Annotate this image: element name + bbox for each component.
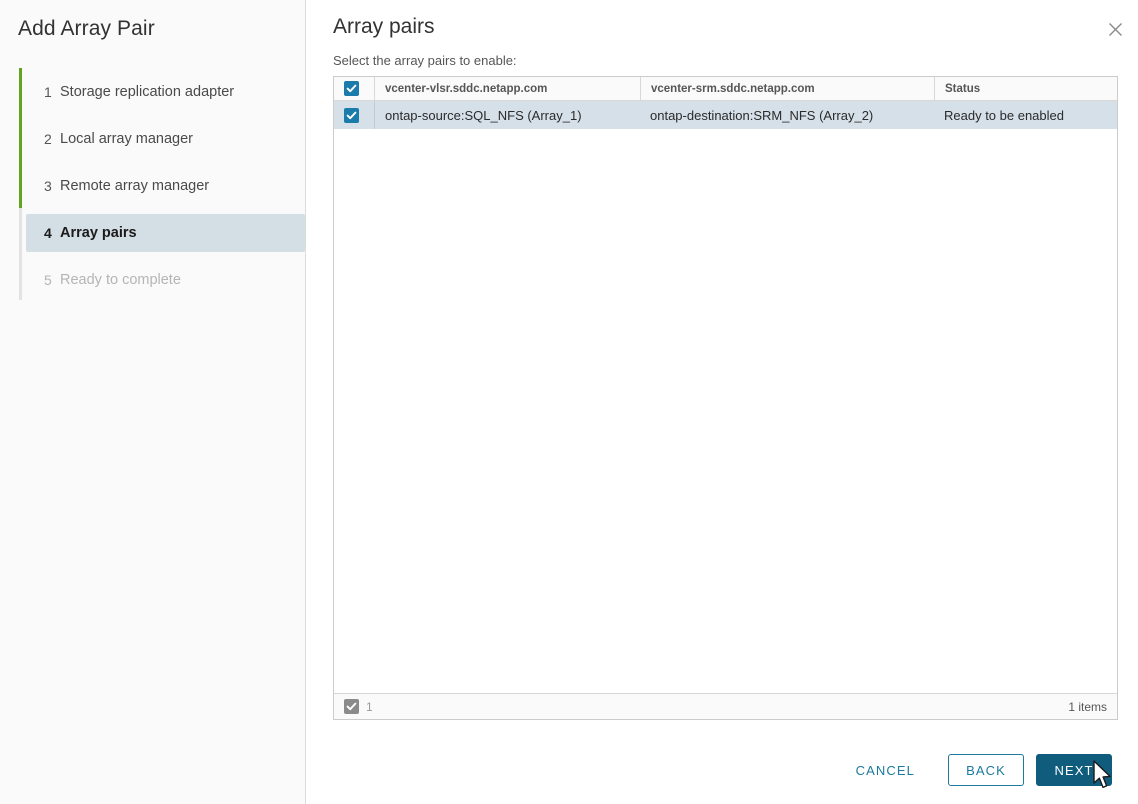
cell-remote-array: ontap-destination:SRM_NFS (Array_2) (650, 107, 874, 123)
column-header-local-vcenter[interactable]: vcenter-vlsr.sddc.netapp.com (374, 76, 640, 101)
wizard-sidebar: Add Array Pair 1 Storage replication ada… (0, 0, 306, 804)
row-select-cell (334, 101, 374, 129)
sidebar-step-array-pairs[interactable]: 4 Array pairs (0, 209, 306, 256)
table-header-row: vcenter-vlsr.sddc.netapp.com vcenter-srm… (334, 76, 1117, 101)
check-icon (346, 83, 357, 94)
step-label: Array pairs (60, 224, 137, 241)
total-items-label: 1 items (1068, 699, 1107, 714)
column-header-status[interactable]: Status (934, 76, 1117, 101)
check-icon (346, 110, 357, 121)
cell-status: Ready to be enabled (944, 107, 1064, 123)
add-array-pair-wizard: Add Array Pair 1 Storage replication ada… (0, 0, 1138, 804)
check-icon (346, 701, 357, 712)
step-label: Local array manager (60, 130, 193, 147)
next-button[interactable]: NEXT (1036, 754, 1112, 786)
selected-count-label: 1 (366, 699, 373, 714)
step-number: 4 (44, 224, 52, 241)
table-footer: 1 1 items (334, 693, 1117, 719)
page-subtitle: Select the array pairs to enable: (333, 53, 517, 68)
back-button[interactable]: BACK (948, 754, 1024, 786)
cell-local-array: ontap-source:SQL_NFS (Array_1) (374, 101, 640, 129)
sidebar-step-ready-to-complete: 5 Ready to complete (0, 256, 306, 303)
wizard-steps: 1 Storage replication adapter 2 Local ar… (0, 68, 306, 303)
array-pairs-table: vcenter-vlsr.sddc.netapp.com vcenter-srm… (333, 76, 1118, 720)
table-body: ontap-source:SQL_NFS (Array_1) ontap-des… (334, 101, 1117, 693)
step-label: Ready to complete (60, 271, 181, 288)
footer-select-all-checkbox[interactable] (344, 699, 359, 714)
sidebar-step-storage-replication-adapter[interactable]: 1 Storage replication adapter (0, 68, 306, 115)
wizard-title: Add Array Pair (18, 17, 155, 40)
sidebar-step-local-array-manager[interactable]: 2 Local array manager (0, 115, 306, 162)
select-all-checkbox[interactable] (344, 81, 359, 96)
step-label: Storage replication adapter (60, 83, 235, 100)
page-title: Array pairs (333, 15, 435, 38)
wizard-main-panel: Array pairs Select the array pairs to en… (307, 0, 1138, 804)
select-all-header-cell (334, 77, 374, 101)
step-number: 5 (44, 271, 52, 288)
step-number: 2 (44, 130, 52, 147)
step-number: 3 (44, 177, 52, 194)
step-number: 1 (44, 83, 52, 100)
step-label: Remote array manager (60, 177, 210, 194)
table-row[interactable]: ontap-source:SQL_NFS (Array_1) ontap-des… (334, 101, 1117, 129)
column-header-remote-vcenter[interactable]: vcenter-srm.sddc.netapp.com (640, 76, 934, 101)
close-dialog-button[interactable] (1100, 14, 1130, 44)
sidebar-step-remote-array-manager[interactable]: 3 Remote array manager (0, 162, 306, 209)
row-checkbox[interactable] (344, 107, 359, 123)
table-footer-selection: 1 (344, 699, 373, 714)
wizard-button-bar: CANCEL BACK NEXT (839, 754, 1112, 786)
cancel-button[interactable]: CANCEL (839, 754, 932, 786)
close-icon (1108, 22, 1123, 37)
